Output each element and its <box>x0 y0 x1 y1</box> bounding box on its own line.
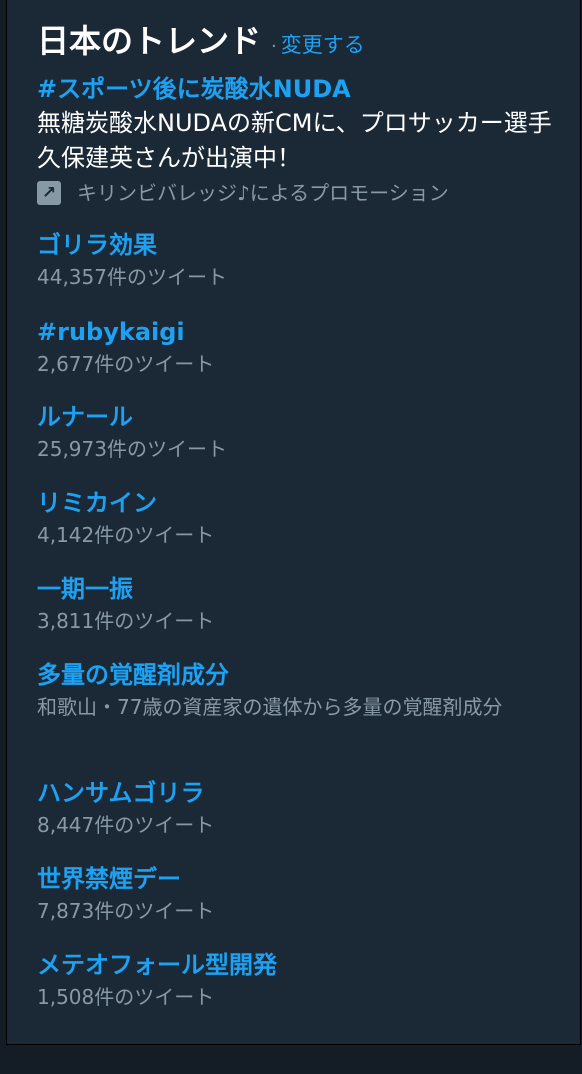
trend-name[interactable]: 一期一振 <box>37 572 557 606</box>
trends-title: 日本のトレンド <box>37 22 262 60</box>
trend-item[interactable]: #rubykaigi 2,677件のツイート <box>37 315 557 379</box>
trend-item[interactable]: リミカイン 4,142件のツイート <box>37 486 557 550</box>
trend-tweet-count: 8,447件のツイート <box>37 813 215 837</box>
trend-name[interactable]: ゴリラ効果 <box>37 228 557 262</box>
promoted-by-text: キリンビバレッジ♪によるプロモーション <box>77 181 449 205</box>
promoted-trend[interactable]: #スポーツ後に炭酸水NUDA 無糖炭酸水NUDAの新CMに、プロサッカー選手久保… <box>37 72 557 208</box>
trend-name[interactable]: リミカイン <box>37 486 557 520</box>
trends-panel: 日本のトレンド · 変更する #スポーツ後に炭酸水NUDA 無糖炭酸水NUDAの新C… <box>6 0 581 1045</box>
trend-tweet-count: 1,508件のツイート <box>37 985 215 1009</box>
trend-item[interactable]: ルナール 25,973件のツイート <box>37 400 557 464</box>
trend-description: 和歌山・77歳の資産家の遺体から多量の覚醒剤成分 <box>37 695 503 719</box>
trend-name[interactable]: #rubykaigi <box>37 315 557 349</box>
promoted-arrow-icon: ↗ <box>37 181 61 205</box>
trend-name[interactable]: ハンサムゴリラ <box>37 776 557 810</box>
trend-name[interactable]: 多量の覚醒剤成分 <box>37 658 557 692</box>
header-separator: · <box>271 36 277 57</box>
promoted-trend-description: 無糖炭酸水NUDAの新CMに、プロサッカー選手久保建英さんが出演中！ <box>37 109 552 172</box>
trend-item[interactable]: ゴリラ効果 44,357件のツイート <box>37 228 557 292</box>
trend-item[interactable]: 多量の覚醒剤成分 和歌山・77歳の資産家の遺体から多量の覚醒剤成分 <box>37 658 557 722</box>
trend-tweet-count: 44,357件のツイート <box>37 265 227 289</box>
trend-tweet-count: 2,677件のツイート <box>37 352 215 376</box>
promoted-trend-name[interactable]: #スポーツ後に炭酸水NUDA <box>37 72 557 106</box>
trend-tweet-count: 3,811件のツイート <box>37 609 215 633</box>
trend-item[interactable]: 世界禁煙デー 7,873件のツイート <box>37 862 557 926</box>
promoted-by-line: ↗ キリンビバレッジ♪によるプロモーション <box>37 178 557 208</box>
change-location-link[interactable]: 変更する <box>281 33 365 57</box>
trend-name[interactable]: メテオフォール型開発 <box>37 948 557 982</box>
trend-item[interactable]: 一期一振 3,811件のツイート <box>37 572 557 636</box>
trend-name[interactable]: 世界禁煙デー <box>37 862 557 896</box>
trend-item[interactable]: メテオフォール型開発 1,508件のツイート <box>37 948 557 1012</box>
trend-name[interactable]: ルナール <box>37 400 557 434</box>
trends-header: 日本のトレンド · 変更する <box>37 16 365 62</box>
trend-item[interactable]: ハンサムゴリラ 8,447件のツイート <box>37 776 557 840</box>
trend-tweet-count: 25,973件のツイート <box>37 437 227 461</box>
trend-tweet-count: 4,142件のツイート <box>37 523 215 547</box>
trend-tweet-count: 7,873件のツイート <box>37 899 215 923</box>
